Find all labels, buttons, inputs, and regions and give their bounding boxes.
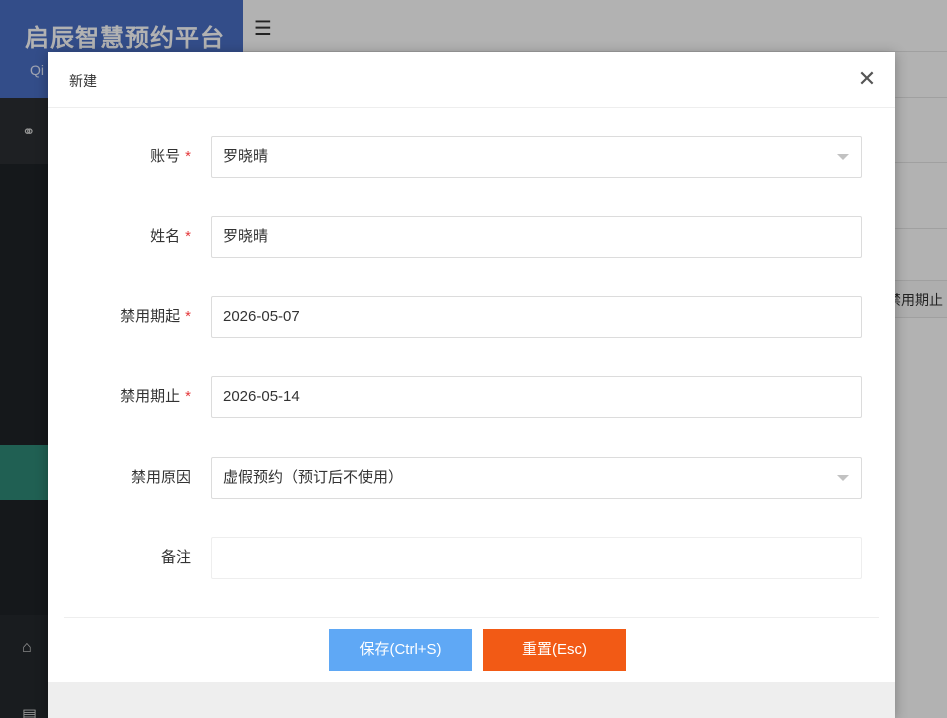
form-row-ban-start: 禁用期起 * 2026-05-07 — [48, 296, 895, 338]
field-label: 禁用期起 * — [120, 308, 191, 325]
account-select-value: 罗晓晴 — [223, 148, 269, 165]
dialog-bottom-bar — [48, 682, 895, 718]
form-row-remark: 备注 — [48, 537, 895, 579]
name-field[interactable]: 罗晓晴 — [211, 216, 862, 258]
field-label: 姓名 * — [150, 228, 191, 245]
divider — [64, 617, 879, 618]
form-row-name: 姓名 * 罗晓晴 — [48, 216, 895, 258]
ban-start-date-field[interactable]: 2026-05-07 — [211, 296, 862, 338]
dialog-header: 新建 ✕ — [48, 52, 895, 108]
ban-reason-select-value: 虚假预约（预订后不使用） — [223, 469, 404, 486]
account-select[interactable]: 罗晓晴 — [211, 136, 862, 178]
ban-end-date-field[interactable]: 2026-05-14 — [211, 376, 862, 418]
form-row-ban-end: 禁用期止 * 2026-05-14 — [48, 376, 895, 418]
field-label: 账号 * — [150, 148, 191, 165]
dialog-title: 新建 — [69, 73, 97, 89]
field-label: 禁用原因 — [130, 469, 191, 486]
save-button[interactable]: 保存(Ctrl+S) — [329, 629, 472, 671]
caret-down-icon — [837, 154, 849, 160]
caret-down-icon — [837, 475, 849, 481]
form-row-account: 账号 * 罗晓晴 — [48, 136, 895, 178]
field-label: 禁用期止 * — [120, 388, 191, 405]
required-mark: * — [185, 308, 191, 325]
form-row-ban-reason: 禁用原因 虚假预约（预订后不使用） — [48, 457, 895, 499]
required-mark: * — [185, 148, 191, 165]
ban-reason-select[interactable]: 虚假预约（预订后不使用） — [211, 457, 862, 499]
field-label: 备注 — [160, 549, 191, 566]
required-mark: * — [185, 228, 191, 245]
reset-button[interactable]: 重置(Esc) — [483, 629, 626, 671]
remark-field[interactable] — [211, 537, 862, 579]
new-record-dialog: 新建 ✕ 账号 * 罗晓晴 姓名 * 罗晓晴 禁用期起 * 2026-05-07 禁用… — [48, 52, 895, 718]
required-mark: * — [185, 388, 191, 405]
close-icon[interactable]: ✕ — [857, 67, 877, 91]
